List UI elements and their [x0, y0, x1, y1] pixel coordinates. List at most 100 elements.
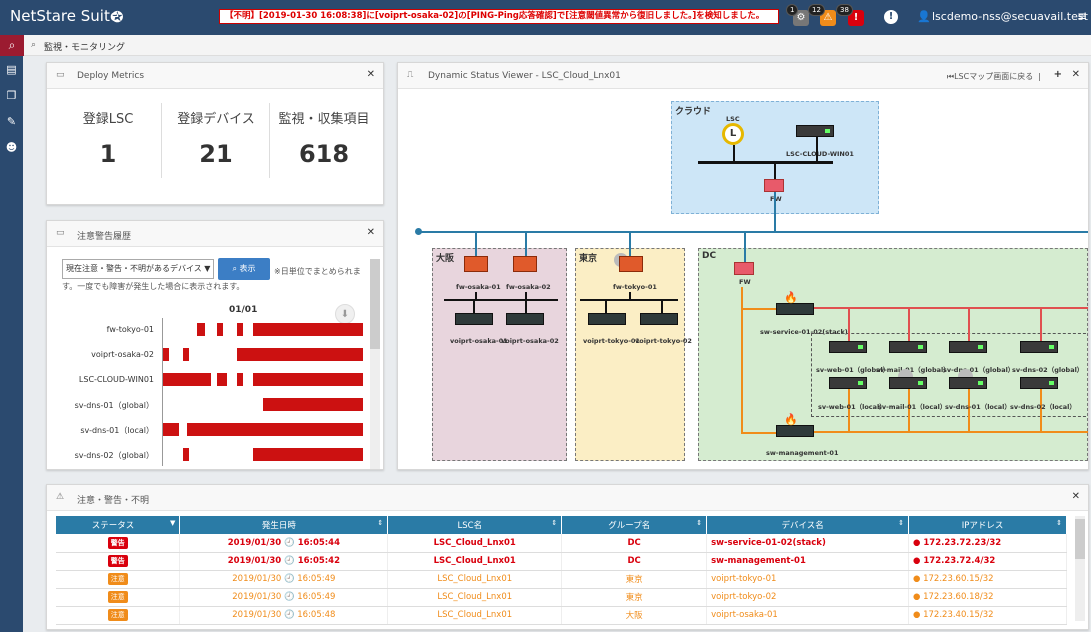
fire-icon: 🔥	[784, 291, 798, 304]
info-icon[interactable]: !	[884, 10, 898, 24]
dns2-g-label: sv-dns-02（global）	[1012, 366, 1084, 374]
sort-icon[interactable]: ⇕	[551, 519, 557, 527]
switch-icon[interactable]	[776, 303, 814, 315]
history-bar[interactable]	[217, 373, 227, 386]
table-row[interactable]: 注意 2019/01/30 🕘 16:05:48 LSC_Cloud_Lnx01 大阪…	[56, 606, 1068, 625]
history-bar[interactable]	[163, 348, 169, 361]
breadcrumb-label[interactable]: 監視・モニタリング	[44, 40, 125, 53]
history-bar[interactable]	[217, 323, 223, 336]
close-icon[interactable]: ✕	[367, 227, 375, 238]
history-bar[interactable]	[237, 373, 243, 386]
history-bar[interactable]	[163, 373, 211, 386]
chart-icon[interactable]: ▤	[4, 63, 19, 78]
firewall-icon[interactable]	[513, 256, 537, 272]
sort-icon[interactable]: ▼	[170, 519, 175, 527]
col-time[interactable]: 発生日時 ⇕	[179, 516, 389, 534]
history-bar[interactable]	[253, 323, 363, 336]
link-line	[733, 145, 735, 161]
sort-icon[interactable]: ⇕	[898, 519, 904, 527]
switch-icon[interactable]	[455, 313, 493, 325]
metric-label: 監視・収集項目	[278, 112, 370, 127]
sort-icon[interactable]: ⇕	[377, 519, 383, 527]
cell-lsc: LSC_Cloud_Lnx01	[387, 588, 563, 607]
sidebar: ▤ ❐ ✎ ☻	[0, 35, 23, 632]
firewall-icon[interactable]	[734, 262, 754, 275]
cloud-server-label: LSC-CLOUD-WIN01	[786, 150, 854, 158]
server-icon[interactable]	[889, 377, 927, 389]
table-row[interactable]: 注意 2019/01/30 🕘 16:05:49 LSC_Cloud_Lnx01 東京…	[56, 570, 1068, 589]
history-bar[interactable]	[183, 448, 189, 461]
history-bar[interactable]	[197, 323, 205, 336]
col-device[interactable]: デバイス名 ⇕	[706, 516, 909, 534]
book-icon[interactable]: ❐	[4, 89, 19, 104]
server-icon[interactable]	[829, 377, 867, 389]
server-icon[interactable]	[949, 341, 987, 353]
firewall-icon[interactable]	[464, 256, 488, 272]
device-filter-select[interactable]: 現在注意・警告・不明があるデバイス ▼	[62, 259, 214, 279]
cell-lsc: LSC_Cloud_Lnx01	[387, 552, 563, 571]
close-icon[interactable]: ✕	[367, 69, 375, 80]
wrench-icon[interactable]: ✎	[4, 115, 19, 130]
panel-icon: ▭	[56, 70, 65, 80]
col-group[interactable]: グループ名 ⇕	[561, 516, 708, 534]
cell-ip: ● 172.23.60.15/32	[908, 570, 1068, 589]
server-icon[interactable]	[829, 341, 867, 353]
menu-icon[interactable]: ≡	[1077, 9, 1087, 23]
history-bar[interactable]	[237, 323, 243, 336]
server-icon[interactable]	[796, 125, 834, 137]
close-icon[interactable]: ✕	[1072, 491, 1080, 502]
history-bar[interactable]	[253, 448, 363, 461]
alerts-scrollbar[interactable]	[1075, 516, 1085, 621]
dns1-g-label: sv-dns-01（global）	[943, 366, 1015, 374]
switch-icon[interactable]	[506, 313, 544, 325]
brand-name[interactable]: NetStare Suite	[10, 7, 119, 25]
breadcrumb-search-icon: ⌕	[31, 40, 37, 50]
switch-icon[interactable]	[640, 313, 678, 325]
col-lsc[interactable]: LSC名 ⇕	[387, 516, 563, 534]
close-icon[interactable]: ✕	[1072, 69, 1080, 80]
show-button[interactable]: ⌕ 表示	[218, 258, 270, 280]
server-icon[interactable]	[889, 341, 927, 353]
users-icon[interactable]: ☻	[4, 141, 19, 156]
add-icon[interactable]: +	[1054, 69, 1062, 80]
history-bar[interactable]	[163, 423, 179, 436]
link-line	[741, 432, 776, 434]
fw-dc-label: FW	[739, 278, 751, 286]
firewall-icon[interactable]	[619, 256, 643, 272]
switch-icon[interactable]	[588, 313, 626, 325]
server-icon[interactable]	[1020, 377, 1058, 389]
fw-tokyo-label: fw-tokyo-01	[613, 283, 657, 291]
history-bar[interactable]	[183, 348, 189, 361]
back-label: LSCマップ画面に戻る	[954, 72, 1034, 81]
firewall-icon[interactable]	[764, 179, 784, 192]
col-status[interactable]: ステータス ▼	[56, 516, 181, 534]
col-ip[interactable]: IPアドレス ⇕	[908, 516, 1068, 534]
refresh-icon[interactable]: ✪	[111, 8, 124, 26]
back-to-map-link[interactable]: ⏮LSCマップ画面に戻る |	[947, 71, 1041, 82]
sw-mgmt-label: sw-management-01	[766, 449, 839, 457]
breadcrumb: ⌕ 監視・モニタリング	[24, 35, 1091, 56]
switch-icon[interactable]	[776, 425, 814, 437]
scrollbar-thumb[interactable]	[370, 259, 380, 349]
vo2-label: voiprt-osaka-02	[501, 337, 559, 345]
user-name[interactable]: lscdemo-nss@secuavail.test	[932, 10, 1088, 23]
history-bar[interactable]	[253, 373, 363, 386]
table-row[interactable]: 注意 2019/01/30 🕘 16:05:49 LSC_Cloud_Lnx01 東京…	[56, 588, 1068, 607]
history-bar[interactable]	[187, 423, 363, 436]
table-row[interactable]: 警告 2019/01/30 🕘 16:05:42 LSC_Cloud_Lnx01 DC…	[56, 552, 1068, 571]
table-row[interactable]: 警告 2019/01/30 🕘 16:05:44 LSC_Cloud_Lnx01 DC…	[56, 534, 1068, 553]
sort-icon[interactable]: ⇕	[696, 519, 702, 527]
scrollbar-thumb[interactable]	[1075, 519, 1085, 559]
ip-text: 172.23.40.15/32	[923, 610, 994, 620]
server-icon[interactable]	[1020, 341, 1058, 353]
history-bar[interactable]	[263, 398, 363, 411]
lsc-node-icon[interactable]: L	[722, 123, 744, 145]
history-scrollbar[interactable]	[370, 259, 380, 469]
alert-ticker[interactable]: 【不明】[2019-01-30 16:08:38]に[voiprt-osaka-…	[219, 9, 779, 24]
sort-icon[interactable]: ⇕	[1056, 519, 1062, 527]
history-bar[interactable]	[237, 348, 363, 361]
status-viewer-panel: ⎍ Dynamic Status Viewer - LSC_Cloud_Lnx01…	[397, 62, 1089, 470]
search-icon[interactable]: ⌕	[0, 35, 24, 56]
dns1-l-label: sv-dns-01（local）	[945, 403, 1011, 411]
server-icon[interactable]	[949, 377, 987, 389]
